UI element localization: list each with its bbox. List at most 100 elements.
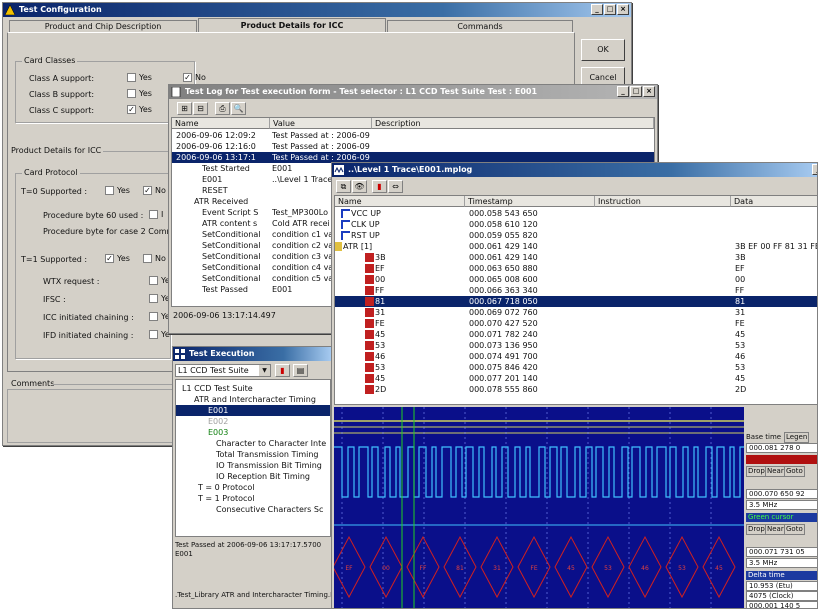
expand-tree-icon[interactable]: ⊞ — [177, 102, 192, 115]
product-details-section-label: Product Details for ICC — [11, 146, 102, 155]
t1-no-checkbox[interactable]: No — [143, 254, 166, 263]
test-tree-item[interactable]: E003 — [176, 427, 330, 438]
trace-row[interactable]: 53 000.073 136 950 53 — [335, 340, 817, 351]
run-icon[interactable]: ▮ — [275, 364, 290, 377]
minimize-icon[interactable]: _ — [617, 86, 629, 97]
filter-icon[interactable]: ▮ — [372, 180, 387, 193]
log-row[interactable]: 2006-09-06 12:16:0 Test Passed at : 2006-… — [172, 141, 654, 152]
goto-button-2[interactable]: Goto — [784, 524, 805, 535]
test-tree-item[interactable]: E002 — [176, 416, 330, 427]
cursor2-freq: 3.5 MHz — [746, 558, 817, 568]
test-suite-select[interactable]: L1 CCD Test Suite ▼ — [175, 364, 271, 377]
close-icon[interactable]: × — [617, 4, 629, 15]
test-tree-item[interactable]: Consecutive Characters Sc — [176, 504, 330, 515]
trace-row[interactable]: CLK UP 000.058 610 120 — [335, 219, 817, 230]
goto-button-1[interactable]: Goto — [784, 466, 805, 477]
signal-edge-icon — [341, 231, 350, 240]
byte-label: 53 — [678, 565, 686, 572]
near-button-1[interactable]: Near — [765, 466, 786, 477]
trace-col-data[interactable]: Data — [731, 196, 817, 207]
t0-no-checkbox[interactable]: ✓ No — [143, 186, 166, 195]
trace-row[interactable]: EF 000.063 650 880 EF — [335, 263, 817, 274]
trace-row[interactable]: 45 000.071 782 240 45 — [335, 329, 817, 340]
test-tree-item[interactable]: ATR and Intercharacter Timing — [176, 394, 330, 405]
wtx-checkbox[interactable]: Ye — [149, 276, 170, 285]
test-tree-item[interactable]: Character to Character Inte — [176, 438, 330, 449]
test-log-titlebar[interactable]: Test Log for Test execution form - Test … — [169, 85, 657, 99]
trace-row[interactable]: 46 000.074 491 700 46 — [335, 351, 817, 362]
trace-row[interactable]: FE 000.070 427 520 FE — [335, 318, 817, 329]
waveform-chart[interactable]: EF 00 FF 81 31 FE 45 53 46 53 45 — [334, 407, 744, 609]
trace-col-instruction[interactable]: Instruction — [595, 196, 731, 207]
collapse-tree-icon[interactable]: ⊟ — [193, 102, 208, 115]
test-tree-item[interactable]: T = 0 Protocol — [176, 482, 330, 493]
class-a-no-checkbox[interactable]: ✓ No — [183, 73, 206, 82]
proc60-checkbox[interactable]: I — [149, 210, 163, 219]
trace-row[interactable]: 81 000.067 718 050 81 — [335, 296, 817, 307]
trace-row[interactable]: 31 000.069 072 760 31 — [335, 307, 817, 318]
trace-row[interactable]: 2D 000.078 555 860 2D — [335, 384, 817, 395]
print-icon[interactable]: ⎙ — [215, 102, 230, 115]
test-tree-item[interactable]: L1 CCD Test Suite — [176, 383, 330, 394]
class-b-yes-checkbox[interactable]: Yes — [127, 89, 152, 98]
log-col-name[interactable]: Name — [172, 118, 270, 129]
icc-chain-checkbox[interactable]: Ye — [149, 312, 170, 321]
legend-button[interactable]: Legen — [784, 432, 810, 443]
find-icon[interactable]: 🔍 — [231, 102, 246, 115]
class-a-yes-checkbox[interactable]: Yes — [127, 73, 152, 82]
log-row[interactable]: 2006-09-06 12:09:2 Test Passed at : 2006-… — [172, 130, 654, 141]
tab-product-chip[interactable]: Product and Chip Description — [9, 20, 197, 32]
maximize-icon[interactable]: □ — [630, 86, 642, 97]
class-c-yes-checkbox[interactable]: ✓ Yes — [127, 105, 152, 114]
test-configuration-titlebar[interactable]: Test Configuration _ □ × — [3, 3, 631, 17]
t1-yes-checkbox[interactable]: ✓ Yes — [105, 254, 130, 263]
log-col-value[interactable]: Value — [270, 118, 372, 129]
comments-area[interactable] — [7, 389, 173, 443]
minimize-icon[interactable]: _ — [591, 4, 603, 15]
test-execution-window: Test Execution L1 CCD Test Suite ▼ ▮ ▤ L… — [172, 346, 332, 609]
trace-col-name[interactable]: Name — [335, 196, 465, 207]
test-tree-label: Character to Character Inte — [216, 439, 327, 448]
test-tree-item[interactable]: T = 1 Protocol — [176, 493, 330, 504]
copy-icon[interactable]: ⧉ — [336, 180, 351, 193]
test-tree[interactable]: L1 CCD Test Suite ATR and Intercharacter … — [175, 379, 331, 537]
binoculars-icon[interactable]: 👁 — [352, 180, 367, 193]
ifsc-checkbox[interactable]: Ye — [149, 294, 170, 303]
trace-cell-n: 81 — [375, 297, 386, 306]
drop-button-1[interactable]: Drop — [746, 466, 767, 477]
test-tree-item[interactable]: E001 — [176, 405, 330, 416]
drop-button-2[interactable]: Drop — [746, 524, 767, 535]
minimize-icon[interactable]: _ — [812, 164, 817, 175]
test-tree-item[interactable]: IO Reception Bit Timing — [176, 471, 330, 482]
ifd-chain-checkbox[interactable]: Ye — [149, 330, 170, 339]
trace-cell-n: 2D — [375, 385, 387, 394]
trace-row[interactable]: RST UP 000.059 055 820 — [335, 230, 817, 241]
trace-row[interactable]: 3B 000.061 429 140 3B — [335, 252, 817, 263]
byte-marker-icon — [365, 363, 374, 372]
test-tree-item[interactable]: IO Transmission Bit Timing — [176, 460, 330, 471]
near-button-2[interactable]: Near — [765, 524, 786, 535]
trace-cell-t: 000.075 846 420 — [469, 363, 538, 372]
test-execution-titlebar[interactable]: Test Execution — [173, 347, 331, 361]
ok-button[interactable]: OK — [581, 39, 625, 61]
trace-row[interactable]: 53 000.075 846 420 53 — [335, 362, 817, 373]
test-tree-item[interactable]: Total Transmission Timing — [176, 449, 330, 460]
trace-row[interactable]: 45 000.077 201 140 45 — [335, 373, 817, 384]
trace-table[interactable]: Name Timestamp Instruction Data VCC UP 00… — [334, 195, 817, 405]
tab-commands[interactable]: Commands — [387, 20, 573, 32]
waveform-panel[interactable]: EF 00 FF 81 31 FE 45 53 46 53 45 — [334, 407, 744, 609]
byte-marker-icon — [365, 308, 374, 317]
trace-row[interactable]: VCC UP 000.058 543 650 — [335, 208, 817, 219]
t0-yes-checkbox[interactable]: Yes — [105, 186, 130, 195]
trace-row[interactable]: FF 000.066 363 340 FF — [335, 285, 817, 296]
trace-row[interactable]: 00 000.065 008 600 00 — [335, 274, 817, 285]
log-icon[interactable]: ▤ — [293, 364, 308, 377]
trace-row[interactable]: ATR [1] 000.061 429 140 3B EF 00 FF 81 31 … — [335, 241, 817, 252]
zoom-icon[interactable]: ⇔ — [388, 180, 403, 193]
tab-product-details[interactable]: Product Details for ICC — [198, 18, 386, 32]
close-icon[interactable]: × — [643, 86, 655, 97]
maximize-icon[interactable]: □ — [604, 4, 616, 15]
log-col-description[interactable]: Description — [372, 118, 654, 129]
trace-col-timestamp[interactable]: Timestamp — [465, 196, 595, 207]
trace-titlebar[interactable]: ..\Level 1 Trace\E001.mplog _□ — [332, 163, 817, 177]
